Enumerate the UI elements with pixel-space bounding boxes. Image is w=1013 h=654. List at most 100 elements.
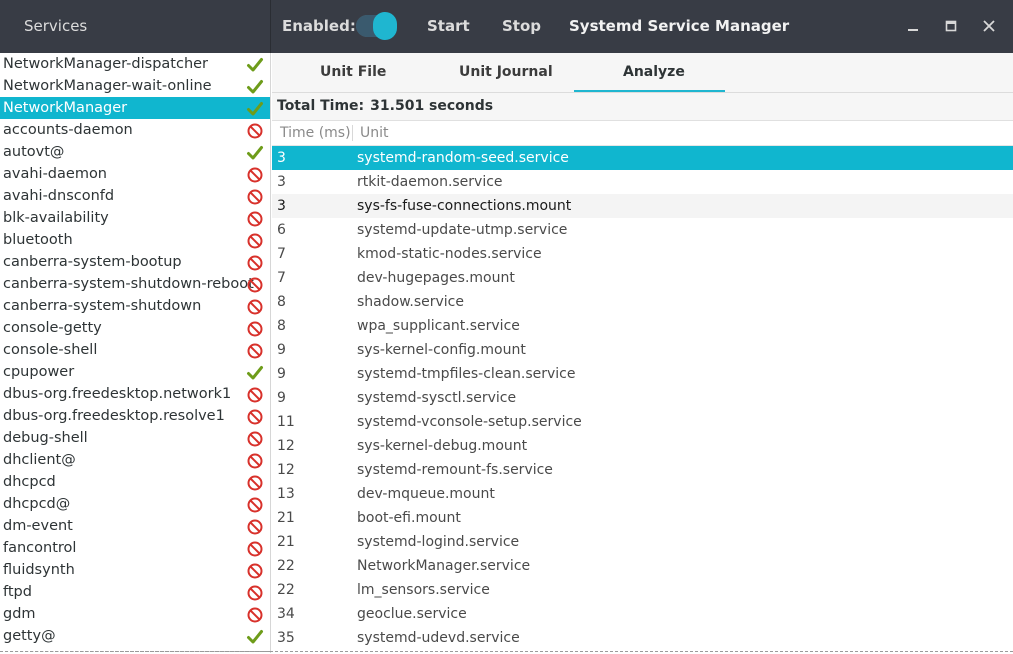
list-item[interactable]: getty@ — [0, 625, 270, 647]
disabled-icon — [246, 254, 264, 272]
time-cell: 9 — [277, 342, 286, 358]
service-list[interactable]: NetworkManager-dispatcher NetworkManager-… — [0, 53, 271, 653]
service-name: avahi-dnsconfd — [3, 188, 115, 204]
table-row[interactable]: 7 kmod-static-nodes.service — [272, 242, 1013, 266]
table-row[interactable]: 6 systemd-update-utmp.service — [272, 218, 1013, 242]
table-row[interactable]: 9 systemd-sysctl.service — [272, 386, 1013, 410]
list-item[interactable]: canberra-system-shutdown — [0, 295, 270, 317]
table-row[interactable]: 3 sys-fs-fuse-connections.mount — [272, 194, 1013, 218]
unit-cell: systemd-remount-fs.service — [357, 462, 553, 478]
table-row[interactable]: 21 boot-efi.mount — [272, 506, 1013, 530]
list-item[interactable]: bluetooth — [0, 229, 270, 251]
unit-cell: rtkit-daemon.service — [357, 174, 503, 190]
service-name: dhclient@ — [3, 452, 76, 468]
list-item[interactable]: console-shell — [0, 339, 270, 361]
list-item[interactable]: dm-event — [0, 515, 270, 537]
unit-cell: systemd-sysctl.service — [357, 390, 517, 406]
list-item[interactable]: avahi-daemon — [0, 163, 270, 185]
table-row[interactable]: 8 wpa_supplicant.service — [272, 314, 1013, 338]
header-bar: Services Enabled: Start Stop Systemd Ser… — [0, 0, 1013, 53]
enabled-label: Enabled: — [282, 17, 356, 35]
disabled-icon — [246, 232, 264, 250]
tab-unit-journal[interactable]: Unit Journal — [459, 64, 553, 80]
list-item[interactable]: dbus-org.freedesktop.resolve1 — [0, 405, 270, 427]
service-name: console-getty — [3, 320, 102, 336]
tab-unit-file[interactable]: Unit File — [320, 64, 386, 80]
list-item[interactable]: cpupower — [0, 361, 270, 383]
service-name: dbus-org.freedesktop.network1 — [3, 386, 232, 402]
service-name: gdm — [3, 606, 36, 622]
service-name: canberra-system-shutdown — [3, 298, 202, 314]
list-item[interactable]: ftpd — [0, 581, 270, 603]
table-row[interactable]: 7 dev-hugepages.mount — [272, 266, 1013, 290]
list-item[interactable]: dhcpcd — [0, 471, 270, 493]
disabled-icon — [246, 518, 264, 536]
column-header-time[interactable]: Time (ms) — [280, 121, 351, 145]
list-item[interactable]: avahi-dnsconfd — [0, 185, 270, 207]
unit-cell: wpa_supplicant.service — [357, 318, 520, 334]
table-row[interactable]: 12 systemd-remount-fs.service — [272, 458, 1013, 482]
time-cell: 8 — [277, 318, 286, 334]
list-item[interactable]: NetworkManager-wait-online — [0, 75, 270, 97]
unit-cell: sys-fs-fuse-connections.mount — [357, 198, 572, 214]
column-header-unit[interactable]: Unit — [360, 121, 389, 145]
checkmark-icon — [246, 78, 264, 96]
table-row[interactable]: 8 shadow.service — [272, 290, 1013, 314]
service-name: avahi-daemon — [3, 166, 107, 182]
table-row[interactable]: 11 systemd-vconsole-setup.service — [272, 410, 1013, 434]
list-item[interactable]: autovt@ — [0, 141, 270, 163]
unit-cell: systemd-random-seed.service — [357, 150, 569, 166]
disabled-icon — [246, 474, 264, 492]
table-row[interactable]: 13 dev-mqueue.mount — [272, 482, 1013, 506]
list-item[interactable]: debug-shell — [0, 427, 270, 449]
table-row[interactable]: 22 lm_sensors.service — [272, 578, 1013, 602]
close-icon[interactable] — [977, 14, 1001, 38]
disabled-icon — [246, 606, 264, 624]
list-item[interactable]: gdm — [0, 603, 270, 625]
table-row[interactable]: 22 NetworkManager.service — [272, 554, 1013, 578]
list-item[interactable]: fancontrol — [0, 537, 270, 559]
unit-cell: systemd-logind.service — [357, 534, 520, 550]
table-row[interactable]: 34 geoclue.service — [272, 602, 1013, 626]
maximize-icon[interactable] — [939, 14, 963, 38]
time-cell: 12 — [277, 462, 295, 478]
table-row[interactable]: 9 sys-kernel-config.mount — [272, 338, 1013, 362]
list-item[interactable]: NetworkManager-dispatcher — [0, 53, 270, 75]
checkmark-icon — [246, 628, 264, 646]
disabled-icon — [246, 584, 264, 602]
list-item[interactable]: dbus-org.freedesktop.network1 — [0, 383, 270, 405]
list-item[interactable]: fluidsynth — [0, 559, 270, 581]
disabled-icon — [246, 122, 264, 140]
unit-cell: dev-hugepages.mount — [357, 270, 515, 286]
start-button[interactable]: Start — [427, 17, 470, 35]
time-cell: 3 — [277, 198, 286, 214]
unit-cell: NetworkManager.service — [357, 558, 531, 574]
time-cell: 35 — [277, 630, 295, 646]
list-item[interactable]: canberra-system-bootup — [0, 251, 270, 273]
disabled-icon — [246, 276, 264, 294]
time-cell: 21 — [277, 510, 295, 526]
table-row[interactable]: 12 sys-kernel-debug.mount — [272, 434, 1013, 458]
enabled-toggle[interactable] — [356, 12, 397, 40]
list-item[interactable]: canberra-system-shutdown-reboot — [0, 273, 270, 295]
list-item[interactable]: NetworkManager — [0, 97, 270, 119]
tab-analyze[interactable]: Analyze — [623, 64, 685, 80]
time-cell: 6 — [277, 222, 286, 238]
minimize-icon[interactable] — [901, 14, 925, 38]
table-row[interactable]: 35 systemd-udevd.service — [272, 626, 1013, 650]
list-item[interactable]: blk-availability — [0, 207, 270, 229]
disabled-icon — [246, 386, 264, 404]
column-separator — [352, 125, 353, 141]
list-item[interactable]: accounts-daemon — [0, 119, 270, 141]
list-item[interactable]: dhcpcd@ — [0, 493, 270, 515]
analyze-table[interactable]: Time (ms) Unit 3 systemd-random-seed.serv… — [272, 120, 1013, 654]
time-cell: 11 — [277, 414, 295, 430]
table-row[interactable]: 3 systemd-random-seed.service — [272, 146, 1013, 170]
list-item[interactable]: dhclient@ — [0, 449, 270, 471]
table-row[interactable]: 3 rtkit-daemon.service — [272, 170, 1013, 194]
table-row[interactable]: 9 systemd-tmpfiles-clean.service — [272, 362, 1013, 386]
table-row[interactable]: 21 systemd-logind.service — [272, 530, 1013, 554]
stop-button[interactable]: Stop — [502, 17, 541, 35]
service-name: NetworkManager-wait-online — [3, 78, 212, 94]
list-item[interactable]: console-getty — [0, 317, 270, 339]
